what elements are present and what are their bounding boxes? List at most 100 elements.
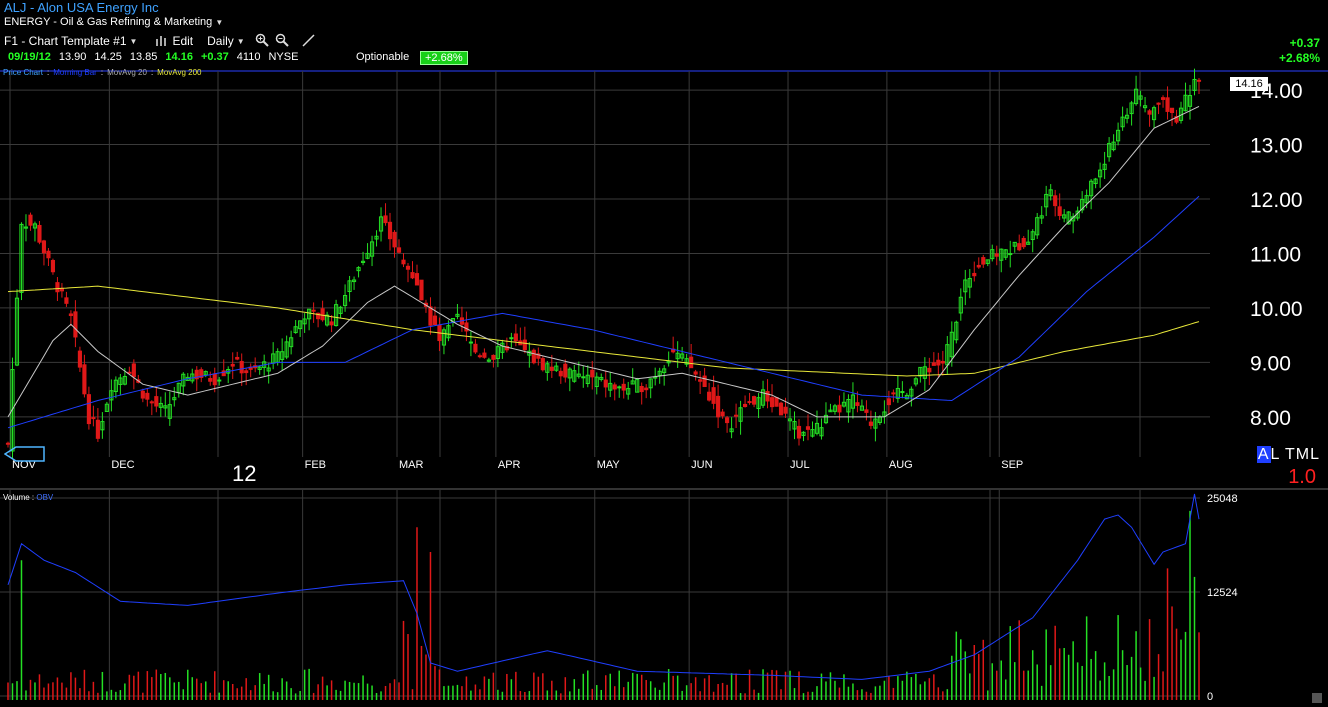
al-a-letter: A bbox=[1256, 446, 1271, 463]
candle-body bbox=[778, 402, 784, 416]
candle-body bbox=[311, 309, 316, 312]
candle-body bbox=[86, 394, 91, 425]
obv-line bbox=[7, 493, 1200, 680]
candle-body bbox=[725, 417, 730, 424]
candle-body bbox=[900, 391, 905, 394]
candle-body bbox=[931, 362, 936, 366]
candle-body bbox=[1057, 206, 1062, 216]
candle-body bbox=[747, 401, 752, 404]
y-tick-label: 12.00 bbox=[1250, 189, 1303, 212]
candle-body bbox=[734, 414, 739, 417]
candle-body bbox=[689, 356, 694, 369]
candle-body bbox=[702, 375, 707, 388]
vol-tick-label: 25048 bbox=[1207, 493, 1238, 505]
candle-body bbox=[41, 240, 47, 254]
candle-body bbox=[419, 279, 424, 301]
candle-body bbox=[549, 366, 554, 371]
candle-body bbox=[131, 363, 136, 378]
candle-body bbox=[414, 273, 420, 286]
ratio-value: 1.0 bbox=[1288, 466, 1316, 488]
candle-body bbox=[1147, 110, 1152, 115]
candle-body bbox=[751, 396, 757, 405]
candle-body bbox=[145, 392, 150, 400]
candle-body bbox=[464, 322, 469, 332]
candle-body bbox=[73, 311, 78, 338]
month-label: SEP bbox=[1001, 459, 1023, 471]
year-label: 12 bbox=[232, 461, 257, 486]
candle-body bbox=[55, 282, 60, 293]
candle-body bbox=[603, 379, 608, 388]
candle-body bbox=[509, 337, 514, 340]
candle-body bbox=[46, 250, 51, 259]
candle-body bbox=[77, 350, 82, 368]
candle-body bbox=[428, 306, 433, 326]
candle-body bbox=[621, 383, 626, 391]
candle-body bbox=[82, 364, 87, 395]
legend-ma200: MovAvg 200 bbox=[157, 68, 202, 77]
candle-body bbox=[329, 321, 334, 326]
y-tick-label: 13.00 bbox=[1250, 135, 1303, 158]
candle-body bbox=[28, 214, 33, 226]
candle-body bbox=[981, 257, 986, 265]
candle-body bbox=[805, 426, 811, 430]
candle-body bbox=[976, 264, 981, 268]
candle-body bbox=[796, 425, 802, 439]
candle-body bbox=[405, 265, 411, 270]
candle-body bbox=[50, 260, 56, 273]
candle-body bbox=[235, 356, 240, 360]
candle-body bbox=[1165, 97, 1170, 112]
candle-body bbox=[936, 359, 941, 366]
al-tml-toggle[interactable]: AL TML bbox=[1256, 446, 1320, 464]
candle-body bbox=[482, 352, 487, 358]
candle-body bbox=[320, 308, 325, 321]
candle-body bbox=[149, 401, 154, 404]
candle-body bbox=[473, 343, 478, 353]
candle-body bbox=[1053, 195, 1058, 207]
candle-body bbox=[1008, 253, 1013, 256]
y-tick-label: 11.00 bbox=[1250, 243, 1301, 266]
candle-body bbox=[208, 378, 213, 382]
candle-body bbox=[581, 376, 586, 379]
candle-body bbox=[410, 272, 415, 279]
candle-body bbox=[927, 367, 932, 373]
ma20-line bbox=[7, 105, 1200, 418]
candle-body bbox=[401, 259, 406, 265]
candle-body bbox=[95, 419, 100, 439]
candle-body bbox=[590, 369, 595, 378]
candle-body bbox=[940, 360, 945, 364]
scroll-left-arrow-icon[interactable] bbox=[3, 446, 46, 467]
month-label: APR bbox=[498, 459, 521, 471]
candle-body bbox=[698, 379, 703, 382]
candle-body bbox=[1017, 243, 1022, 251]
legend-ma20: MovAvg 20 bbox=[107, 68, 147, 77]
candle-body bbox=[972, 272, 977, 277]
legend-momentum: Morning Bar bbox=[53, 68, 97, 77]
vol-tick-label: 12524 bbox=[1207, 587, 1238, 599]
candle-body bbox=[1169, 107, 1175, 114]
candle-body bbox=[855, 402, 860, 406]
month-label: DEC bbox=[111, 459, 134, 471]
candle-body bbox=[396, 247, 402, 253]
month-label: FEB bbox=[305, 459, 326, 471]
price-volume-chart[interactable]: NOV DEC FEB MAR APR MAY JUN JUL AUG SEP14.0013.00… bbox=[0, 0, 1328, 707]
candle-body bbox=[468, 341, 473, 344]
volume-legend: Volume : OBV bbox=[3, 493, 54, 502]
candle-body bbox=[693, 371, 698, 375]
candle-body bbox=[383, 215, 388, 224]
candle-body bbox=[513, 333, 518, 342]
candle-body bbox=[217, 379, 222, 382]
y-tick-label: 9.00 bbox=[1250, 352, 1291, 375]
candle-body bbox=[477, 355, 482, 358]
candle-body bbox=[212, 373, 217, 386]
resize-grip-icon[interactable] bbox=[1312, 693, 1322, 703]
candle-body bbox=[769, 397, 775, 408]
candle-body bbox=[68, 313, 73, 317]
ma50-line bbox=[7, 195, 1200, 429]
candle-body bbox=[1196, 79, 1202, 82]
candle-body bbox=[522, 339, 527, 351]
candle-body bbox=[154, 396, 159, 407]
month-label: MAY bbox=[597, 459, 621, 471]
candle-body bbox=[531, 349, 536, 364]
candle-body bbox=[230, 363, 235, 367]
candle-body bbox=[886, 398, 891, 406]
